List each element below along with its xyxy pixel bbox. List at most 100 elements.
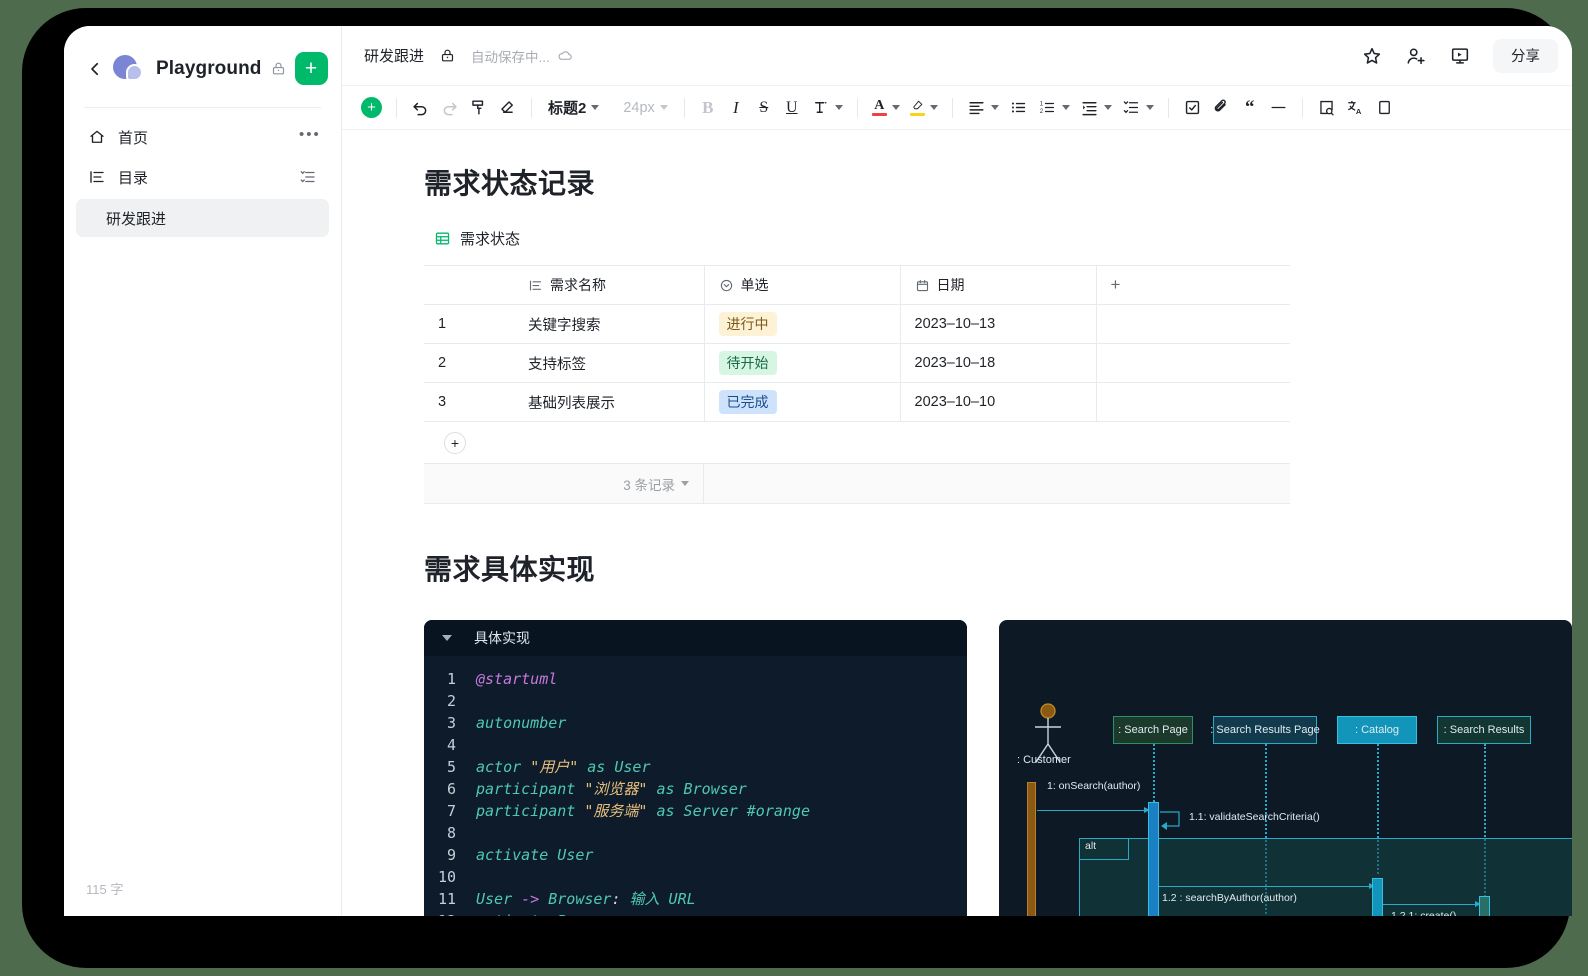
- new-doc-button[interactable]: +: [294, 52, 328, 85]
- document-title[interactable]: 研发跟进: [364, 45, 424, 66]
- collapse-list-icon[interactable]: [299, 168, 317, 186]
- align-button[interactable]: [962, 93, 1004, 123]
- ordered-list-button[interactable]: 12: [1033, 93, 1075, 123]
- document-canvas[interactable]: 需求状态记录 需求状态 需求名称 单选 日期 + 1 关键字搜索 进行中 202…: [342, 130, 1572, 916]
- sidebar-item-doc[interactable]: 研发跟进: [76, 199, 329, 237]
- table-header-name[interactable]: 需求名称: [514, 265, 705, 305]
- row-name[interactable]: 关键字搜索: [514, 304, 705, 344]
- table-add-column-button[interactable]: +: [1096, 265, 1290, 305]
- present-icon[interactable]: [1449, 45, 1471, 67]
- record-count-label: 3 条记录: [623, 477, 675, 493]
- topbar-actions: 分享: [1361, 38, 1562, 73]
- code-line-number: 10: [437, 868, 456, 886]
- star-icon[interactable]: [1361, 45, 1383, 67]
- font-color-button[interactable]: A: [867, 93, 905, 123]
- strikethrough-button[interactable]: S: [750, 93, 778, 123]
- paragraph-style-select[interactable]: 标题2: [541, 93, 606, 123]
- chevron-down-icon: [834, 105, 843, 110]
- main-area: 研发跟进 自动保存中... 分享 + 标题2 24px B I S U A 1 …: [342, 26, 1572, 916]
- row-name[interactable]: 支持标签: [514, 343, 705, 383]
- more-icon[interactable]: •••: [299, 127, 319, 146]
- code-line-text: activate Browser: [476, 910, 621, 916]
- bold-label: B: [702, 97, 714, 117]
- find-button[interactable]: [1312, 93, 1341, 123]
- todo-button[interactable]: [1178, 93, 1207, 123]
- undo-button[interactable]: [406, 93, 435, 123]
- word-count: 115 字: [86, 882, 124, 897]
- chevron-down-icon: [1061, 105, 1070, 110]
- link-button[interactable]: [1207, 93, 1236, 123]
- format-painter-button[interactable]: [464, 93, 493, 123]
- clear-format-button[interactable]: [493, 93, 522, 123]
- code-lines[interactable]: 1 @startuml 2 3 autonumber 4 5 actor "用户" as Us…: [424, 656, 967, 916]
- status-badge: 已完成: [718, 389, 777, 415]
- sidebar-item-home[interactable]: 首页 •••: [76, 118, 329, 156]
- plus-icon: +: [361, 97, 382, 118]
- indent-button[interactable]: [1075, 93, 1117, 123]
- table-row[interactable]: 1 关键字搜索 进行中 2023–10–13: [424, 304, 1290, 344]
- row-date[interactable]: 2023–10–13: [900, 304, 1097, 344]
- message-arrow: [1159, 883, 1375, 889]
- svg-text:1: 1: [1040, 101, 1043, 107]
- object-box: : Search Results: [1437, 716, 1531, 744]
- activation-bar: [1479, 896, 1490, 916]
- message-label: 1.2 : searchByAuthor(author): [1162, 892, 1297, 904]
- lock-icon[interactable]: [440, 48, 455, 63]
- sidebar-item-label: 首页: [118, 129, 149, 147]
- italic-button[interactable]: I: [722, 93, 750, 123]
- sidebar-item-outline[interactable]: 目录: [76, 158, 329, 196]
- more-tools-button[interactable]: [1370, 93, 1399, 123]
- table-header-date[interactable]: 日期: [900, 265, 1097, 305]
- share-button[interactable]: 分享: [1493, 38, 1558, 73]
- row-name[interactable]: 基础列表展示: [514, 382, 705, 422]
- highlight-icon: [909, 99, 925, 116]
- code-line: 4: [424, 734, 967, 756]
- row-status[interactable]: 进行中: [704, 304, 901, 344]
- add-member-icon[interactable]: [1405, 45, 1427, 67]
- table-row[interactable]: 3 基础列表展示 已完成 2023–10–10: [424, 382, 1290, 422]
- row-date[interactable]: 2023–10–10: [900, 382, 1097, 422]
- underline-button[interactable]: U: [778, 93, 806, 123]
- activation-bar: [1027, 782, 1036, 916]
- code-line: 12activate Browser: [424, 910, 967, 916]
- record-count-select[interactable]: 3 条记录: [424, 464, 704, 503]
- svg-text:2: 2: [1040, 109, 1043, 115]
- message-label: 1.1: validateSearchCriteria(): [1189, 811, 1320, 823]
- insert-block-button[interactable]: +: [356, 93, 387, 123]
- row-status[interactable]: 待开始: [704, 343, 901, 383]
- chevron-down-icon: [681, 481, 689, 486]
- divider-button[interactable]: [1264, 93, 1293, 123]
- row-status[interactable]: 已完成: [704, 382, 901, 422]
- code-line: 10: [424, 866, 967, 888]
- bold-button[interactable]: B: [694, 93, 722, 123]
- table-row[interactable]: 2 支持标签 待开始 2023–10–18: [424, 343, 1290, 383]
- code-line-text: participant "服务端" as Server #orange: [476, 802, 810, 820]
- outline-list-button[interactable]: [1117, 93, 1159, 123]
- code-block-title: 具体实现: [474, 630, 530, 646]
- message-arrow: [1037, 807, 1150, 813]
- translate-button[interactable]: A: [1341, 93, 1370, 123]
- row-index: 3: [424, 382, 514, 422]
- redo-button[interactable]: [435, 93, 464, 123]
- sequence-diagram[interactable]: : Customer : Search Page : Search Result…: [999, 620, 1572, 916]
- code-line: 7 participant "服务端" as Server #orange: [424, 800, 967, 822]
- workspace-name: Playground: [156, 57, 262, 79]
- quote-button[interactable]: “: [1236, 93, 1264, 123]
- table-body: 1 关键字搜索 进行中 2023–10–13 2 支持标签 待开始 2023–1…: [424, 304, 1290, 422]
- row-spacer: [1096, 343, 1290, 383]
- toolbar-divider: [683, 97, 685, 118]
- font-size-select[interactable]: 24px: [616, 93, 674, 123]
- underline-label: U: [786, 98, 798, 116]
- highlight-button[interactable]: [905, 93, 943, 123]
- code-line-number: 1: [446, 670, 456, 688]
- bullet-list-button[interactable]: [1004, 93, 1033, 123]
- chevron-down-icon[interactable]: [442, 635, 452, 641]
- code-block[interactable]: 具体实现 1 @startuml 2 3 autonumber 4 5 actor "用户" …: [424, 620, 967, 916]
- code-line: 8: [424, 822, 967, 844]
- section-title: 需求具体实现: [424, 554, 596, 585]
- table-add-row[interactable]: +: [424, 422, 1290, 464]
- more-text-style-button[interactable]: [806, 93, 848, 123]
- back-icon[interactable]: [86, 60, 104, 78]
- table-header-select[interactable]: 单选: [704, 265, 901, 305]
- row-date[interactable]: 2023–10–18: [900, 343, 1097, 383]
